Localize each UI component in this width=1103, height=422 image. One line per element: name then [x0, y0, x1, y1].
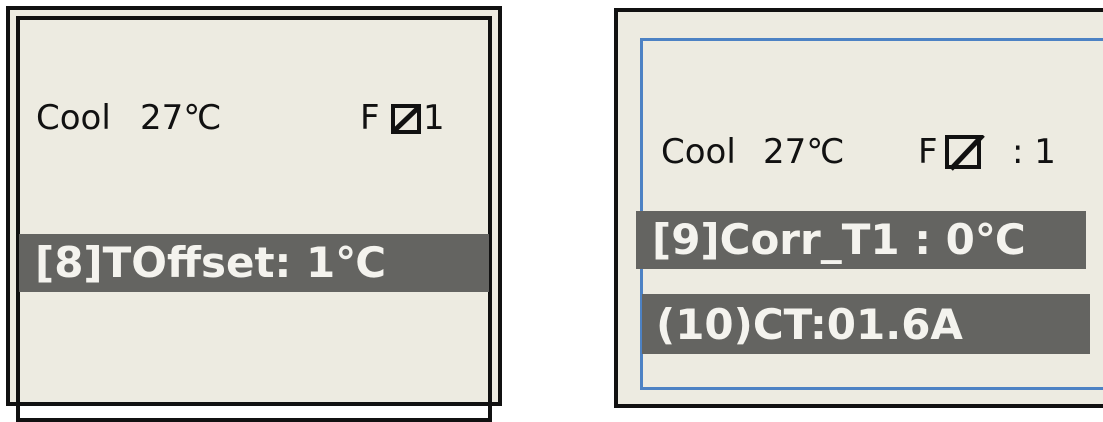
- right-mode-label: Cool: [661, 132, 736, 172]
- fan-speed-box-icon: [945, 135, 985, 171]
- right-menu-item-corr: [9]Corr_T1 : 0℃: [636, 211, 1086, 269]
- right-temperature-value: 27℃: [763, 132, 845, 172]
- right-menu-item-corr-text: [9]Corr_T1 : 0℃: [652, 215, 1026, 264]
- right-fan-label: F: [918, 132, 938, 172]
- left-lcd-inner-frame: [16, 16, 492, 422]
- right-menu-item-ct: (10)CT:01.6A: [642, 294, 1090, 354]
- left-lcd-screen: [6, 6, 502, 422]
- left-fan-label: F: [360, 98, 380, 138]
- left-menu-item-text: [8]TOffset: 1℃: [35, 238, 387, 287]
- left-mode-label: Cool: [36, 98, 111, 138]
- left-selected-menu-item: [8]TOffset: 1℃: [19, 234, 489, 292]
- right-menu-item-ct-text: (10)CT:01.6A: [656, 300, 963, 349]
- left-temperature-value: 27℃: [140, 98, 222, 138]
- left-fan-value: 1: [423, 98, 445, 138]
- fan-speed-box-icon: [391, 104, 421, 134]
- right-fan-value: : 1: [1012, 132, 1056, 172]
